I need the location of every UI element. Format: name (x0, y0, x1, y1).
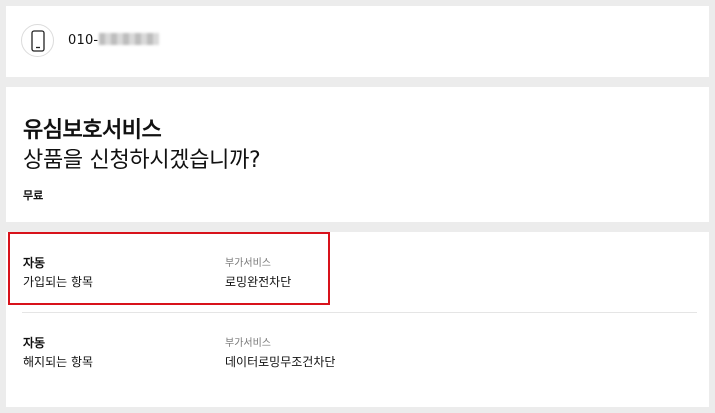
auto-items-card: 자동 가입되는 항목 부가서비스 로밍완전차단 자동 해지되는 항목 부가서비스… (6, 232, 709, 407)
smartphone-icon (21, 24, 54, 57)
phone-number-prefix: 010- (68, 33, 99, 48)
item-type-subtitle: 가입되는 항목 (23, 275, 94, 289)
highlight-box (8, 232, 330, 305)
product-name: 유심보호서비스 (23, 118, 162, 143)
item-category: 부가서비스 (225, 338, 271, 349)
auto-subscribe-item: 자동 가입되는 항목 부가서비스 로밍완전차단 (6, 232, 709, 310)
phone-line-card: 010- (6, 6, 709, 77)
phone-number: 010- (68, 33, 160, 48)
product-card: 유심보호서비스 상품을 신청하시겠습니까? 무료 (6, 87, 709, 222)
item-service-name: 로밍완전차단 (225, 275, 292, 289)
subscribe-question: 상품을 신청하시겠습니까? (23, 148, 261, 173)
item-service-name: 데이터로밍무조건차단 (225, 355, 336, 369)
auto-cancel-item: 자동 해지되는 항목 부가서비스 데이터로밍무조건차단 (6, 312, 709, 390)
item-type-subtitle: 해지되는 항목 (23, 355, 94, 369)
item-type-title: 자동 (23, 336, 46, 350)
item-category: 부가서비스 (225, 258, 271, 269)
item-type-title: 자동 (23, 256, 46, 270)
product-price: 무료 (23, 189, 44, 202)
masked-phone-digits (99, 33, 160, 45)
